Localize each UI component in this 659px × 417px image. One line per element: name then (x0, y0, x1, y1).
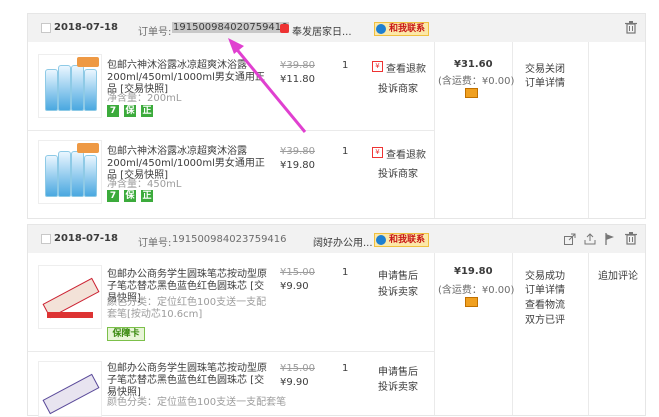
annotation-arrow (228, 38, 307, 133)
